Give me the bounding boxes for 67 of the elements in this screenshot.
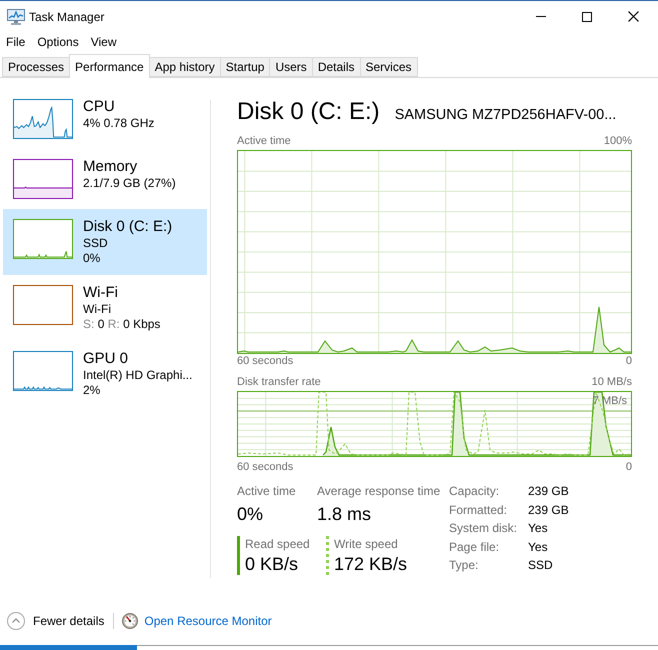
property-label: Type: [449, 557, 480, 574]
sidebar-item[interactable]: Memory 2.1/7.9 GB (27%) [3, 149, 207, 209]
stat-value: 0% [237, 503, 264, 525]
sidebar-item-detail: SSD [83, 236, 109, 251]
transfer-rate-chart-right-label: 10 MB/s [592, 375, 632, 389]
sidebar-item-title: CPU [83, 98, 116, 116]
active-time-chart-left-label: Active time [237, 134, 291, 148]
menu-item[interactable]: File [0, 33, 32, 51]
solid-line-icon [237, 536, 240, 575]
stat-value: 1.8 ms [317, 503, 372, 525]
close-icon [628, 11, 638, 22]
transfer-rate-chart-left-label: Disk transfer rate [237, 375, 321, 389]
tab[interactable]: Processes [2, 57, 70, 77]
maximize-icon [582, 12, 592, 22]
speed-label: Read speed [245, 536, 310, 552]
sidebar-item[interactable]: Disk 0 (C: E:) SSD 0% [3, 209, 207, 275]
disk-model: SAMSUNG MZ7PD256HAFV-00... [394, 106, 616, 125]
stat-label: Active time [237, 483, 297, 499]
sidebar-item-detail: 2.1/7.9 GB (27%) [83, 176, 176, 191]
property-value: 239 GB [528, 483, 569, 500]
sidebar-item-detail: Intel(R) HD Graphi... [83, 368, 192, 383]
speed-label: Write speed [334, 536, 399, 552]
sidebar-item-title: GPU 0 [83, 350, 130, 368]
disk-title: Disk 0 (C: E:) [237, 98, 380, 126]
fewer-details-button[interactable]: Fewer details [7, 612, 104, 630]
transfer-rate-axis-right-label: 0 [626, 460, 632, 474]
property-label: Page file: [449, 538, 500, 556]
sidebar-item-title: Memory [83, 158, 138, 176]
speed-value: 0 KB/s [245, 553, 300, 575]
minimize-icon [536, 16, 546, 17]
resource-monitor-link[interactable]: Open Resource Monitor [144, 612, 272, 630]
sidebar-item-detail: 4% 0.78 GHz [83, 116, 154, 131]
speed-value: 172 KB/s [334, 553, 408, 575]
active-time-axis-right-label: 0 [626, 354, 632, 368]
chevron-up-circle-icon [7, 612, 25, 630]
property-label: Formatted: [449, 502, 508, 519]
gauge-icon[interactable] [122, 613, 138, 629]
property-label: Capacity: [449, 483, 500, 500]
tab[interactable]: Services [360, 57, 418, 77]
tab[interactable]: App history [148, 57, 221, 77]
sidebar-item-detail: S: 0 R: 0 Kbps [83, 317, 160, 332]
tab[interactable]: Users [269, 57, 313, 77]
sidebar-item-title: Disk 0 (C: E:) [83, 218, 172, 236]
property-value: Yes [528, 538, 549, 556]
property-value: SSD [528, 557, 554, 574]
stat-label: Average response time [317, 483, 442, 499]
active-time-chart-right-label: 100% [604, 134, 632, 148]
window-title: Task Manager [29, 8, 104, 26]
sidebar-item-detail: Wi-Fi [83, 302, 112, 317]
property-label: System disk: [449, 520, 518, 538]
task-manager-icon [7, 8, 25, 24]
sidebar-item[interactable]: CPU 4% 0.78 GHz [3, 89, 207, 149]
menu-item[interactable]: Options [31, 33, 85, 51]
property-value: 239 GB [528, 502, 569, 519]
transfer-rate-axis-left-label: 60 seconds [237, 460, 294, 474]
menu-item[interactable]: View [84, 33, 122, 51]
sidebar-item[interactable]: GPU 0 Intel(R) HD Graphi... 2% [3, 341, 207, 407]
property-value: Yes [528, 520, 549, 538]
tab[interactable]: Performance [69, 54, 150, 78]
tab[interactable]: Details [312, 57, 360, 77]
dotted-line-icon [326, 536, 329, 575]
sidebar-item[interactable]: Wi-Fi Wi-Fi S: 0 R: 0 Kbps [3, 275, 207, 341]
sidebar-item-title: Wi-Fi [83, 284, 119, 302]
sidebar-item-detail: 0% [83, 251, 102, 266]
sidebar-item-detail: 2% [83, 383, 102, 398]
active-time-axis-left-label: 60 seconds [237, 354, 294, 368]
tab[interactable]: Startup [220, 57, 270, 77]
